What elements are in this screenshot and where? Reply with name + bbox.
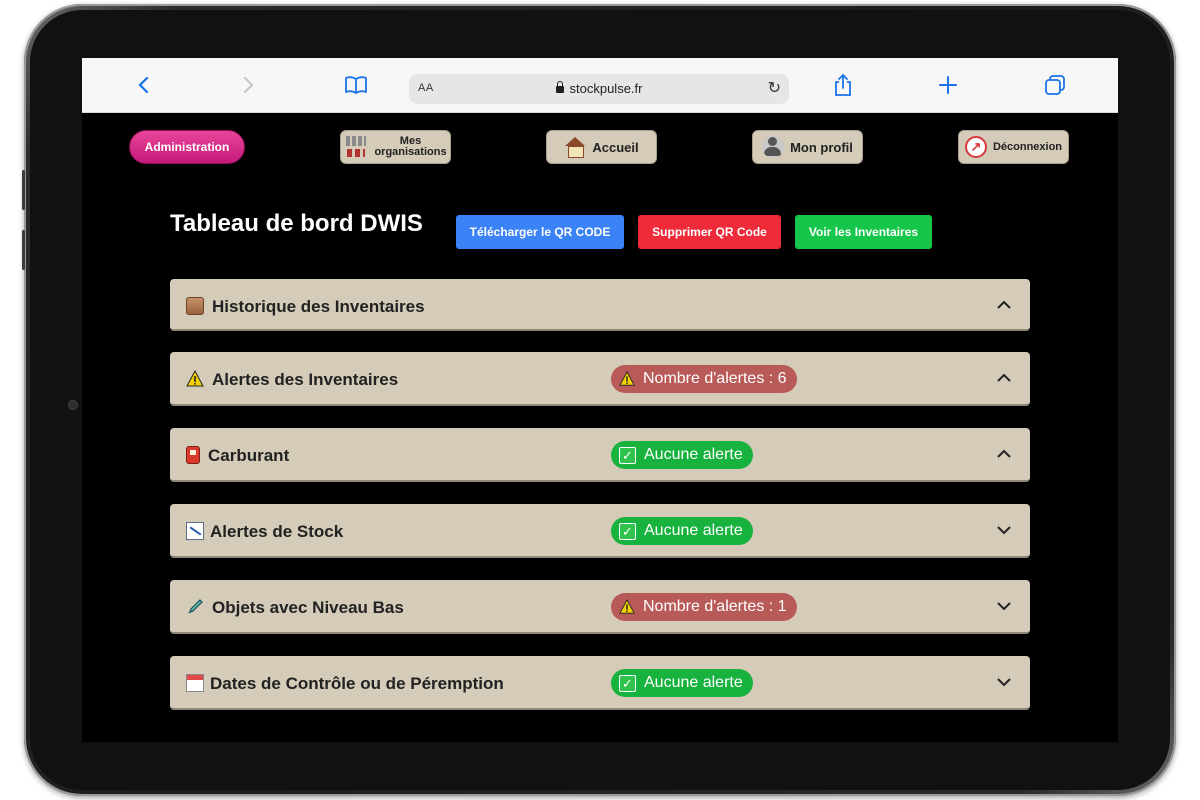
badge-label: Aucune alerte: [644, 522, 743, 539]
bookmarks-icon[interactable]: [343, 72, 369, 98]
chevron-down-icon[interactable]: [994, 596, 1014, 616]
section-fuel[interactable]: Carburant ✓ Aucune alerte: [170, 428, 1030, 482]
logout-label: Déconnexion: [992, 141, 1063, 153]
organisations-icon: [344, 135, 368, 159]
section-stock-alerts[interactable]: Alertes de Stock ✓ Aucune alerte: [170, 504, 1030, 558]
badge-label: Aucune alerte: [644, 674, 743, 691]
no-alert-badge: ✓ Aucune alerte: [611, 517, 753, 545]
section-inventory-alerts[interactable]: Alertes des Inventaires Nombre d'alertes…: [170, 352, 1030, 406]
section-title: Dates de Contrôle ou de Péremption: [210, 674, 504, 693]
new-tab-icon[interactable]: [935, 72, 961, 98]
organisations-button[interactable]: Mes organisations: [340, 130, 451, 164]
chevron-up-icon[interactable]: [994, 444, 1014, 464]
chevron-down-icon[interactable]: [994, 520, 1014, 540]
reload-icon[interactable]: ↻: [768, 78, 781, 98]
pipette-icon: [186, 598, 204, 616]
home-label: Accueil: [592, 139, 639, 155]
chevron-up-icon[interactable]: [994, 368, 1014, 388]
logout-icon: ↗: [964, 136, 987, 158]
organisations-label: Mes organisations: [374, 136, 446, 158]
chart-down-icon: [186, 522, 204, 540]
alert-count-badge: Nombre d'alertes : 1: [611, 593, 797, 621]
user-avatar-icon: [762, 136, 785, 158]
no-alert-badge: ✓ Aucune alerte: [611, 669, 753, 697]
box-icon: [186, 297, 204, 315]
calendar-icon: [186, 674, 204, 692]
url-text: stockpulse.fr: [569, 81, 643, 96]
section-inventory-history[interactable]: Historique des Inventaires: [170, 279, 1030, 331]
profile-label: Mon profil: [790, 139, 853, 155]
chevron-up-icon[interactable]: [994, 295, 1014, 315]
warning-icon: [619, 370, 635, 387]
section-control-expiry-dates[interactable]: Dates de Contrôle ou de Péremption ✓ Auc…: [170, 656, 1030, 710]
page-title: Tableau de bord DWIS: [170, 210, 423, 237]
safari-toolbar: AA stockpulse.fr ↻: [82, 58, 1118, 113]
logout-button[interactable]: ↗ Déconnexion: [958, 130, 1069, 164]
organisations-label-line2: organisations: [374, 146, 447, 158]
home-icon: [564, 137, 586, 158]
section-title: Objets avec Niveau Bas: [212, 598, 404, 617]
badge-label: Aucune alerte: [644, 446, 743, 463]
badge-label: Nombre d'alertes : 6: [643, 370, 787, 387]
alert-count-badge: Nombre d'alertes : 6: [611, 365, 797, 393]
front-camera: [68, 400, 78, 410]
section-title: Alertes des Inventaires: [212, 370, 399, 389]
section-title: Alertes de Stock: [210, 522, 344, 541]
lock-icon: [555, 81, 564, 93]
section-low-level-items[interactable]: Objets avec Niveau Bas Nombre d'alertes …: [170, 580, 1030, 634]
warning-icon: [619, 598, 635, 615]
share-icon[interactable]: [830, 72, 856, 98]
check-icon: ✓: [619, 446, 636, 464]
volume-up-button: [22, 170, 25, 210]
fuel-pump-icon: [186, 446, 200, 464]
admin-button[interactable]: Administration: [129, 130, 245, 164]
profile-button[interactable]: Mon profil: [752, 130, 863, 164]
check-icon: ✓: [619, 674, 636, 692]
warning-icon: [186, 369, 204, 388]
forward-icon[interactable]: [236, 72, 262, 98]
section-title: Carburant: [208, 446, 290, 465]
screen: AA stockpulse.fr ↻ Administration Mes or…: [82, 58, 1118, 742]
download-qr-button[interactable]: Télécharger le QR CODE: [456, 215, 624, 249]
tabs-overview-icon[interactable]: [1042, 72, 1068, 98]
chevron-down-icon[interactable]: [994, 672, 1014, 692]
address-bar[interactable]: AA stockpulse.fr ↻: [409, 74, 789, 104]
check-icon: ✓: [619, 522, 636, 540]
section-title: Historique des Inventaires: [212, 297, 425, 316]
url-display: stockpulse.fr: [409, 81, 789, 96]
volume-down-button: [22, 230, 25, 270]
delete-qr-button[interactable]: Supprimer QR Code: [638, 215, 781, 249]
back-icon[interactable]: [130, 72, 156, 98]
badge-label: Nombre d'alertes : 1: [643, 598, 787, 615]
no-alert-badge: ✓ Aucune alerte: [611, 441, 753, 469]
home-button[interactable]: Accueil: [546, 130, 657, 164]
view-inventories-button[interactable]: Voir les Inventaires: [795, 215, 932, 249]
